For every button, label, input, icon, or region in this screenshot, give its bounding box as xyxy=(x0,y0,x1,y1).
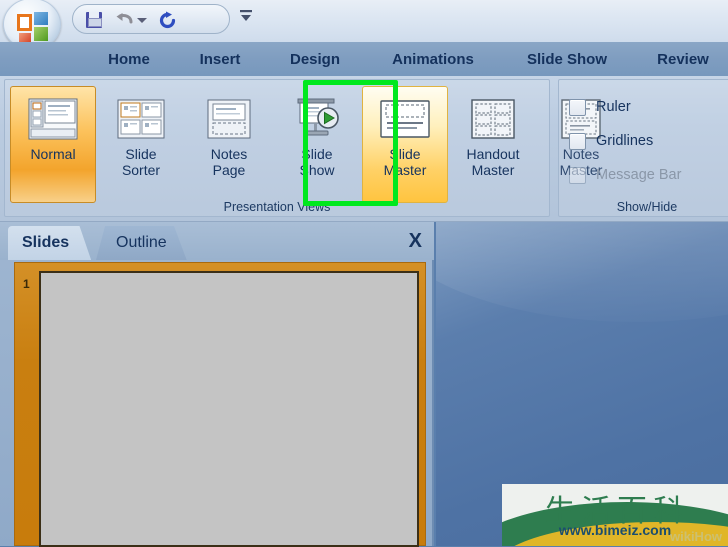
view-button-handout-master-label: Handout Master xyxy=(447,146,539,178)
watermark: 生活百科 www.bimeiz.com wikiHow xyxy=(502,484,728,546)
ribbon: Normal Slide Sorter Notes Page Slide Sho… xyxy=(0,76,728,222)
label-line1: Slide xyxy=(125,146,157,162)
label-line1: Slide xyxy=(389,146,421,162)
tab-slide-show[interactable]: Slide Show xyxy=(508,42,626,76)
message-bar-label: Message Bar xyxy=(596,167,682,183)
gridlines-label: Gridlines xyxy=(596,133,654,149)
slides-pane: Slides Outline X 1 xyxy=(0,222,434,547)
office-logo-icon xyxy=(17,12,49,42)
view-button-slide-master-label: Slide Master xyxy=(359,146,451,178)
tab-outline[interactable]: Outline xyxy=(96,226,187,260)
label-line2: Show xyxy=(299,162,335,178)
tab-review[interactable]: Review xyxy=(640,42,726,76)
checkbox-row-ruler[interactable]: Ruler xyxy=(569,94,631,120)
group-show-hide: Ruler Gridlines Message Bar Show/Hide xyxy=(558,79,728,217)
notes-page-icon xyxy=(207,95,251,143)
gridlines-checkbox[interactable] xyxy=(569,132,586,150)
view-button-slide-show[interactable]: Slide Show xyxy=(274,86,360,203)
view-button-handout-master[interactable]: Handout Master xyxy=(450,86,536,203)
view-button-slide-sorter[interactable]: Slide Sorter xyxy=(98,86,184,203)
checkbox-row-gridlines[interactable]: Gridlines xyxy=(569,128,653,154)
redo-icon[interactable] xyxy=(157,9,179,31)
view-button-slide-master[interactable]: Slide Master xyxy=(362,86,448,203)
quick-access-toolbar xyxy=(72,4,230,34)
title-bar xyxy=(0,0,728,50)
tab-home[interactable]: Home xyxy=(92,42,166,76)
label-line2: Sorter xyxy=(121,162,161,178)
slide-number: 1 xyxy=(23,277,30,291)
slide-show-icon xyxy=(292,95,342,143)
customize-quick-access-icon[interactable] xyxy=(236,4,256,28)
wallpaper-swoosh xyxy=(436,222,728,322)
tab-slides[interactable]: Slides xyxy=(8,226,92,260)
ruler-label: Ruler xyxy=(596,99,631,115)
undo-dropdown-icon[interactable] xyxy=(135,9,148,31)
normal-view-icon xyxy=(28,95,78,143)
slide-thumbnail-canvas[interactable] xyxy=(39,271,419,547)
message-bar-checkbox xyxy=(569,166,586,184)
group-label-presentation-views: Presentation Views xyxy=(223,200,331,214)
view-button-notes-page[interactable]: Notes Page xyxy=(186,86,272,203)
view-button-slide-sorter-label: Slide Sorter xyxy=(95,146,187,178)
slide-sorter-icon xyxy=(117,95,165,143)
close-pane-icon[interactable]: X xyxy=(409,230,422,253)
view-button-normal-label: Normal xyxy=(30,146,76,162)
label-line1: Handout xyxy=(466,146,520,162)
ribbon-tab-strip: Home Insert Design Animations Slide Show… xyxy=(0,42,728,76)
label-line2: Master xyxy=(471,162,515,178)
handout-master-icon xyxy=(471,95,515,143)
slide-thumbnail-item[interactable]: 1 xyxy=(15,263,425,547)
watermark-ghost-text: wikiHow xyxy=(669,529,722,544)
label-line2: Page xyxy=(212,162,246,178)
label-line1: Notes xyxy=(210,146,248,162)
tab-design[interactable]: Design xyxy=(280,42,350,76)
undo-icon[interactable] xyxy=(113,9,135,31)
save-icon[interactable] xyxy=(83,9,105,31)
label-line1: Slide xyxy=(301,146,333,162)
view-button-normal[interactable]: Normal xyxy=(10,86,96,203)
slide-thumbnail-list: 1 xyxy=(14,262,426,547)
view-button-slide-show-label: Slide Show xyxy=(271,146,363,178)
group-presentation-views: Normal Slide Sorter Notes Page Slide Sho… xyxy=(4,79,602,217)
checkbox-row-message-bar: Message Bar xyxy=(569,162,681,188)
pane-tab-strip: Slides Outline X xyxy=(0,222,434,260)
tab-insert[interactable]: Insert xyxy=(184,42,256,76)
tab-animations[interactable]: Animations xyxy=(374,42,492,76)
label-line2: Master xyxy=(383,162,427,178)
view-button-notes-page-label: Notes Page xyxy=(183,146,275,178)
group-label-show-hide: Show/Hide xyxy=(616,200,678,214)
slide-master-icon xyxy=(380,95,430,143)
ruler-checkbox[interactable] xyxy=(569,98,586,116)
